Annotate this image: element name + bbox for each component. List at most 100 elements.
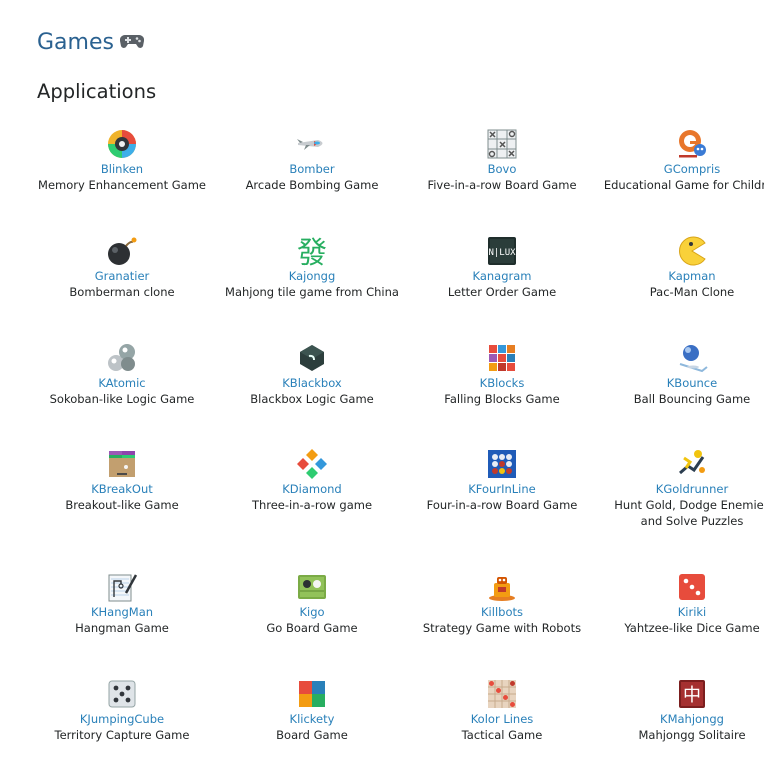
- app-name: KDiamond: [282, 482, 342, 496]
- app-description: Blackbox Logic Game: [250, 392, 374, 406]
- app-card-kblackbox[interactable]: KBlackbox Blackbox Logic Game: [217, 342, 407, 407]
- app-description: Ball Bouncing Game: [633, 392, 751, 406]
- khangman-icon: [108, 574, 138, 602]
- app-name: KHangMan: [90, 605, 154, 619]
- app-card-kjumpingcube[interactable]: KJumpingCube Territory Capture Game: [27, 678, 217, 743]
- app-description: Four-in-a-row Board Game: [426, 498, 578, 512]
- gcompris-icon: [679, 130, 706, 158]
- app-name: KMahjongg: [660, 712, 724, 726]
- app-name: KBlackbox: [282, 376, 342, 390]
- app-name: Kiriki: [677, 605, 707, 619]
- app-card-klickety[interactable]: Klickety Board Game: [217, 678, 407, 743]
- kanagram-icon: N|LUX: [488, 237, 516, 265]
- kigo-icon: [298, 575, 326, 599]
- app-description: Hunt Gold, Dodge Enemies and Solve Puzzl…: [614, 498, 764, 528]
- app-description: Go Board Game: [266, 621, 358, 635]
- blinken-icon: [108, 130, 136, 158]
- klickety-icon: [299, 681, 325, 707]
- app-name: KGoldrunner: [655, 482, 729, 496]
- svg-text:發: 發: [297, 236, 327, 267]
- kblocks-icon: [489, 345, 515, 371]
- app-description: Tactical Game: [461, 728, 543, 742]
- app-description: Sokoban-like Logic Game: [49, 392, 195, 406]
- app-description: Falling Blocks Game: [444, 392, 560, 406]
- app-card-killbots[interactable]: Killbots Strategy Game with Robots: [407, 571, 597, 636]
- app-name: KBounce: [666, 376, 718, 390]
- kbreakout-icon: [109, 451, 135, 477]
- app-name: Kolor Lines: [470, 712, 534, 726]
- app-description: Bomberman clone: [69, 285, 175, 299]
- app-name: KAtomic: [98, 376, 146, 390]
- app-description: Five-in-a-row Board Game: [427, 178, 577, 192]
- page-title-text: Games: [37, 30, 114, 55]
- app-card-kapman[interactable]: Kapman Pac-Man Clone: [597, 235, 764, 300]
- bovo-icon: [487, 129, 517, 159]
- svg-text:中: 中: [683, 685, 701, 706]
- app-card-bomber[interactable]: Bomber Arcade Bombing Game: [217, 128, 407, 193]
- app-grid: Blinken Memory Enhancement Game Bomber A…: [27, 124, 764, 759]
- app-description: Arcade Bombing Game: [245, 178, 379, 192]
- kdiamond-icon: [297, 449, 327, 479]
- katomic-icon: [108, 344, 135, 371]
- app-name: Kigo: [299, 605, 325, 619]
- kmahjongg-icon: 中: [679, 680, 705, 708]
- app-card-kblocks[interactable]: KBlocks Falling Blocks Game: [407, 342, 597, 407]
- svg-text:N|LUX: N|LUX: [488, 248, 516, 258]
- app-card-kigo[interactable]: Kigo Go Board Game: [217, 571, 407, 636]
- app-description: Yahtzee-like Dice Game: [624, 621, 760, 635]
- app-description: Hangman Game: [75, 621, 169, 635]
- kajongg-icon: 發: [297, 236, 327, 267]
- app-card-kfourinline[interactable]: KFourInLine Four-in-a-row Board Game: [407, 448, 597, 513]
- kfourinline-icon: [488, 450, 516, 478]
- app-name: KBlocks: [479, 376, 525, 390]
- app-name: Blinken: [100, 162, 144, 176]
- app-description: Mahjong tile game from China: [225, 285, 399, 299]
- app-name: Killbots: [481, 605, 523, 619]
- app-card-kdiamond[interactable]: KDiamond Three-in-a-row game: [217, 448, 407, 513]
- app-card-kbreakout[interactable]: KBreakOut Breakout-like Game: [27, 448, 217, 513]
- kblackbox-icon: [300, 345, 324, 371]
- app-name: Granatier: [94, 269, 150, 283]
- kbounce-icon: [679, 345, 708, 373]
- app-card-katomic[interactable]: KAtomic Sokoban-like Logic Game: [27, 342, 217, 407]
- app-description: Educational Game for Children: [603, 178, 764, 192]
- app-card-kbounce[interactable]: KBounce Ball Bouncing Game: [597, 342, 764, 407]
- app-name: Kajongg: [288, 269, 336, 283]
- app-card-kiriki[interactable]: Kiriki Yahtzee-like Dice Game: [597, 571, 764, 636]
- app-card-kanagram[interactable]: N|LUX Kanagram Letter Order Game: [407, 235, 597, 300]
- app-card-granatier[interactable]: Granatier Bomberman clone: [27, 235, 217, 300]
- granatier-icon: [108, 237, 137, 265]
- app-description: Board Game: [276, 728, 348, 742]
- app-name: KJumpingCube: [79, 712, 165, 726]
- page-title: Games: [37, 30, 145, 56]
- app-card-kmahjongg[interactable]: 中 KMahjongg Mahjongg Solitaire: [597, 678, 764, 743]
- app-card-kgoldrunner[interactable]: KGoldrunner Hunt Gold, Dodge Enemies and…: [597, 448, 764, 529]
- app-name: KFourInLine: [468, 482, 536, 496]
- section-title: Applications: [37, 80, 157, 103]
- app-description: Letter Order Game: [447, 285, 557, 299]
- app-card-blinken[interactable]: Blinken Memory Enhancement Game: [27, 128, 217, 193]
- app-name: Bomber: [289, 162, 335, 176]
- app-name: Kapman: [668, 269, 716, 283]
- app-card-kolorlines[interactable]: Kolor Lines Tactical Game: [407, 678, 597, 743]
- app-description: Memory Enhancement Game: [38, 178, 206, 192]
- app-card-khangman[interactable]: KHangMan Hangman Game: [27, 571, 217, 636]
- app-name: GCompris: [663, 162, 721, 176]
- killbots-icon: [489, 577, 515, 601]
- app-card-bovo[interactable]: Bovo Five-in-a-row Board Game: [407, 128, 597, 193]
- app-description: Strategy Game with Robots: [422, 621, 582, 635]
- kgoldrunner-icon: [679, 450, 705, 475]
- app-name: KBreakOut: [91, 482, 153, 496]
- app-name: Kanagram: [472, 269, 532, 283]
- app-card-kajongg[interactable]: 發 Kajongg Mahjong tile game from China: [217, 235, 407, 300]
- app-description: Territory Capture Game: [54, 728, 190, 742]
- app-description: Pac-Man Clone: [649, 285, 735, 299]
- app-description: Breakout-like Game: [65, 498, 179, 512]
- kolorlines-icon: [488, 680, 516, 708]
- kapman-icon: [679, 236, 706, 266]
- app-description: Three-in-a-row game: [251, 498, 373, 512]
- app-card-gcompris[interactable]: GCompris Educational Game for Children: [597, 128, 764, 193]
- gamepad-icon: [119, 31, 145, 56]
- app-name: Klickety: [289, 712, 335, 726]
- bomber-icon: [297, 139, 323, 150]
